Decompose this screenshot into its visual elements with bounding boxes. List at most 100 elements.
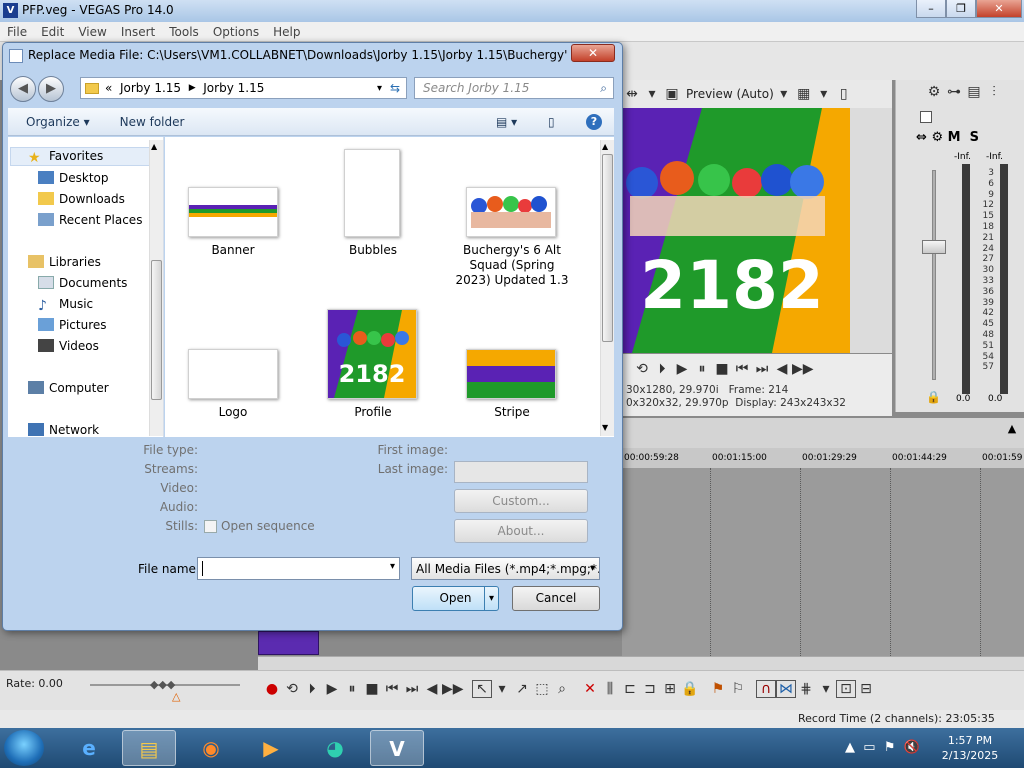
- taskbar-clock[interactable]: 1:57 PM 2/13/2025: [935, 733, 1005, 763]
- nav-scrollbar[interactable]: ▲: [149, 140, 163, 436]
- menu-edit[interactable]: Edit: [34, 22, 71, 42]
- preview-pane-icon[interactable]: ▯: [548, 115, 555, 129]
- address-overflow[interactable]: «: [105, 81, 112, 95]
- downmix-icon[interactable]: ⊶: [944, 84, 964, 100]
- dim-icon[interactable]: ▤: [964, 84, 984, 100]
- record-icon[interactable]: ●: [262, 681, 282, 697]
- maximize-button[interactable]: ❐: [946, 0, 976, 18]
- next-frame-icon[interactable]: ⏭: [752, 361, 772, 377]
- go-to-start-icon[interactable]: ⏮: [382, 681, 402, 697]
- volume-muted-icon[interactable]: 🔇: [904, 740, 920, 755]
- open-split-dropdown-icon[interactable]: ▾: [484, 587, 498, 610]
- about-button[interactable]: About...: [454, 519, 588, 543]
- master-fader-handle[interactable]: [922, 240, 946, 254]
- start-button[interactable]: [4, 730, 44, 766]
- breadcrumb-separator-icon[interactable]: ▶: [189, 83, 196, 93]
- selection-tool-icon[interactable]: ⬚: [532, 681, 552, 697]
- file-scrollbar[interactable]: ▲ ▼: [600, 140, 614, 436]
- pause-icon-2[interactable]: ⏸: [342, 681, 362, 697]
- close-app-button[interactable]: ✕: [976, 0, 1022, 18]
- nav-music[interactable]: ♪ Music: [38, 297, 93, 314]
- file-thumb-buchergy[interactable]: [466, 187, 556, 237]
- breadcrumb-2[interactable]: Jorby 1.15: [203, 81, 264, 95]
- nav-scroll-thumb[interactable]: [151, 260, 162, 400]
- file-name-dropdown-icon[interactable]: ▾: [390, 561, 395, 572]
- vegas-taskbar-icon[interactable]: V: [370, 730, 424, 766]
- lock-envelopes-icon[interactable]: ⊡: [836, 680, 856, 698]
- loop-playback-icon[interactable]: ⟲: [282, 681, 302, 697]
- show-hidden-icon[interactable]: ▲: [845, 740, 855, 755]
- video-event-clip[interactable]: [258, 631, 319, 655]
- nav-computer[interactable]: Computer: [28, 381, 109, 395]
- lock-event-icon[interactable]: 🔒: [680, 681, 700, 697]
- normal-edit-tool-icon[interactable]: ↖: [472, 680, 492, 698]
- file-name-input[interactable]: ▾: [197, 557, 400, 580]
- internet-explorer-icon[interactable]: e: [62, 730, 116, 766]
- play-icon-2[interactable]: ▶: [322, 681, 342, 697]
- file-label-profile[interactable]: Profile: [313, 405, 433, 420]
- messenger-icon[interactable]: ◕: [308, 730, 362, 766]
- scroll-up-icon[interactable]: ▲: [1004, 422, 1020, 442]
- menu-insert[interactable]: Insert: [114, 22, 162, 42]
- file-thumb-logo[interactable]: [188, 349, 278, 399]
- tool-dropdown-icon[interactable]: ▾: [492, 681, 512, 697]
- menu-help[interactable]: Help: [266, 22, 307, 42]
- ignore-grouping-icon[interactable]: ⊟: [856, 681, 876, 697]
- nav-network[interactable]: Network: [28, 423, 99, 437]
- go-to-end-icon[interactable]: ⏭: [402, 681, 422, 697]
- trim-end-icon[interactable]: ⊐: [640, 681, 660, 697]
- loop-icon[interactable]: ⟲: [632, 361, 652, 377]
- help-icon[interactable]: ?: [586, 113, 602, 130]
- menu-view[interactable]: View: [71, 22, 113, 42]
- file-thumb-profile[interactable]: 2182: [327, 309, 417, 399]
- gear-icon-2[interactable]: ⚙: [931, 130, 943, 145]
- file-explorer-icon[interactable]: ▤: [122, 730, 176, 766]
- custom-button[interactable]: Custom...: [454, 489, 588, 513]
- trim-icon[interactable]: ⫼: [600, 681, 620, 697]
- ripple-icon[interactable]: ⋕: [796, 681, 816, 697]
- file-label-stripe[interactable]: Stripe: [452, 405, 572, 420]
- dialog-close-button[interactable]: ✕: [571, 44, 615, 62]
- next-frame-icon-2[interactable]: ▶▶: [442, 681, 464, 697]
- split-screen-icon[interactable]: ⇹: [622, 86, 642, 102]
- last-image-field[interactable]: [454, 461, 588, 483]
- marker-icon[interactable]: ⚑: [708, 681, 728, 697]
- file-scroll-down-icon[interactable]: ▼: [602, 423, 608, 432]
- organize-button[interactable]: Organize ▾: [26, 115, 90, 129]
- ripple-dropdown-icon[interactable]: ▾: [816, 681, 836, 697]
- breadcrumb-1[interactable]: Jorby 1.15: [120, 81, 181, 95]
- file-thumb-stripe[interactable]: [466, 349, 556, 399]
- prev-frame-icon[interactable]: ⏮: [732, 361, 752, 377]
- zoom-tool-icon[interactable]: ⌕: [552, 681, 572, 697]
- timeline-scrollbar[interactable]: [258, 656, 1024, 670]
- play-from-start-icon-2[interactable]: ⏵: [302, 681, 322, 697]
- menu-tools[interactable]: Tools: [162, 22, 206, 42]
- address-dropdown-icon[interactable]: ▾: [377, 83, 382, 94]
- file-type-select[interactable]: All Media Files (*.mp4;*.mpg;*.j ▾: [411, 557, 600, 580]
- solo-button[interactable]: S: [970, 130, 979, 145]
- mute-button[interactable]: M: [948, 130, 961, 145]
- open-sequence-checkbox[interactable]: [204, 519, 217, 533]
- address-bar[interactable]: « Jorby 1.15 ▶ Jorby 1.15 ▾: [80, 77, 407, 99]
- menu-options[interactable]: Options: [206, 22, 266, 42]
- file-scroll-thumb[interactable]: [602, 154, 613, 342]
- mixer-icon[interactable]: ⫶: [984, 84, 1004, 100]
- search-box[interactable]: Search Jorby 1.15 ⌕: [414, 77, 614, 99]
- nav-downloads[interactable]: Downloads: [38, 192, 125, 206]
- dropdown-icon[interactable]: ▾: [642, 86, 662, 102]
- file-label-banner[interactable]: Banner: [173, 243, 293, 258]
- scroll-up-arrow-icon[interactable]: ▲: [151, 142, 157, 151]
- media-player-icon[interactable]: ▶: [244, 730, 298, 766]
- region-icon[interactable]: ⚐: [728, 681, 748, 697]
- firefox-icon[interactable]: ◉: [184, 730, 238, 766]
- nav-documents[interactable]: Documents: [38, 276, 127, 290]
- back-arrow-icon[interactable]: ◀: [10, 76, 36, 102]
- file-label-buchergy[interactable]: Buchergy's 6 Alt Squad (Spring 2023) Upd…: [452, 243, 572, 288]
- nav-desktop[interactable]: Desktop: [38, 171, 109, 185]
- lock-icon[interactable]: 🔒: [926, 390, 941, 404]
- change-view-icon[interactable]: ▤ ▾: [496, 115, 517, 129]
- master-checkbox[interactable]: [920, 111, 932, 123]
- play-from-start-icon[interactable]: ⏵: [652, 361, 672, 377]
- forward-arrow-icon[interactable]: ▶: [38, 76, 64, 102]
- fx-icon[interactable]: ⇔: [916, 130, 927, 145]
